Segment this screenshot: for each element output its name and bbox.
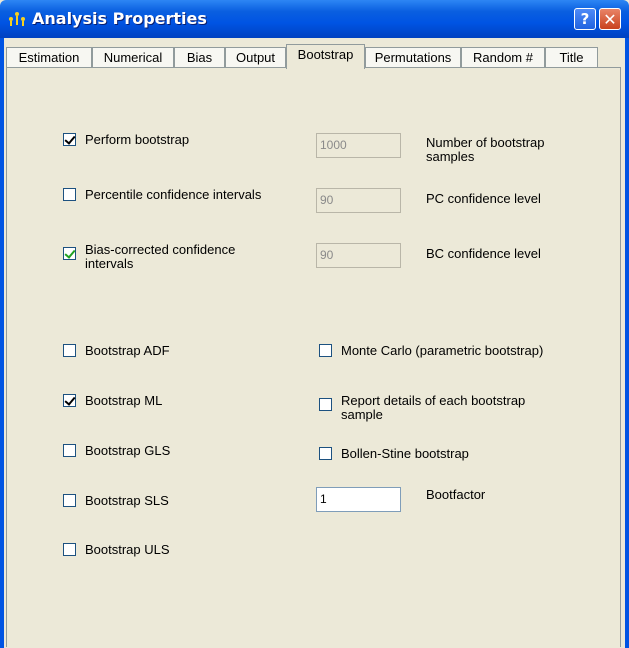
title-bar[interactable]: Analysis Properties ? ✕ — [0, 0, 629, 38]
bc-confidence-level-label: BC confidence level — [426, 246, 541, 261]
tab-label: Permutations — [374, 50, 452, 65]
bc-confidence-level-input[interactable]: 90 — [316, 243, 401, 268]
report-details-checkbox[interactable] — [319, 398, 332, 411]
bias-corrected-ci-checkbox[interactable] — [63, 247, 76, 260]
tab-output[interactable]: Output — [225, 47, 286, 67]
pc-confidence-level-input[interactable]: 90 — [316, 188, 401, 213]
bootstrap-sls-option[interactable]: Bootstrap SLS — [63, 494, 169, 508]
tab-label: Random # — [473, 50, 533, 65]
window-title: Analysis Properties — [32, 9, 207, 28]
bootstrap-adf-option[interactable]: Bootstrap ADF — [63, 344, 170, 358]
bias-corrected-ci-label: Bias-corrected confidence intervals — [85, 242, 236, 271]
perform-bootstrap-label: Perform bootstrap — [85, 132, 190, 147]
app-icon — [9, 12, 25, 26]
bootstrap-adf-label: Bootstrap ADF — [85, 343, 170, 358]
tab-label: Bias — [186, 50, 213, 65]
bootfactor-label: Bootfactor — [426, 487, 486, 502]
bootstrap-uls-checkbox[interactable] — [63, 543, 76, 556]
monte-carlo-label: Monte Carlo (parametric bootstrap) — [341, 343, 544, 358]
tab-numerical[interactable]: Numerical — [92, 47, 174, 67]
bootstrap-gls-label: Bootstrap GLS — [85, 443, 171, 458]
window-border-right — [625, 38, 629, 648]
tab-permutations[interactable]: Permutations — [365, 47, 461, 67]
bootstrap-sls-label: Bootstrap SLS — [85, 493, 169, 508]
close-icon: ✕ — [603, 9, 617, 29]
percentile-ci-option[interactable]: Percentile confidence intervals — [63, 188, 298, 202]
bootstrap-ml-checkbox[interactable] — [63, 394, 76, 407]
bootstrap-adf-checkbox[interactable] — [63, 344, 76, 357]
percentile-ci-label: Percentile confidence intervals — [85, 187, 262, 202]
pc-confidence-level-label: PC confidence level — [426, 191, 541, 206]
perform-bootstrap-checkbox[interactable] — [63, 133, 76, 146]
bollen-stine-label: Bollen-Stine bootstrap — [341, 446, 469, 461]
bias-corrected-ci-option[interactable]: Bias-corrected confidence intervals — [63, 243, 258, 271]
bootfactor-input[interactable]: 1 — [316, 487, 401, 512]
percentile-ci-checkbox[interactable] — [63, 188, 76, 201]
tab-label: Bootstrap — [297, 47, 354, 62]
bootstrap-sls-checkbox[interactable] — [63, 494, 76, 507]
bootstrap-gls-checkbox[interactable] — [63, 444, 76, 457]
tab-estimation[interactable]: Estimation — [6, 47, 92, 67]
bootstrap-ml-option[interactable]: Bootstrap ML — [63, 394, 162, 408]
tab-bias[interactable]: Bias — [174, 47, 225, 67]
monte-carlo-checkbox[interactable] — [319, 344, 332, 357]
help-icon: ? — [580, 10, 590, 28]
bollen-stine-checkbox[interactable] — [319, 447, 332, 460]
tab-label: Title — [559, 50, 584, 65]
tab-random[interactable]: Random # — [461, 47, 545, 67]
tab-label: Output — [235, 50, 276, 65]
analysis-properties-window: Analysis Properties ? ✕ Estimation Numer… — [0, 0, 629, 648]
tab-bootstrap[interactable]: Bootstrap — [286, 44, 365, 69]
tab-label: Numerical — [103, 50, 163, 65]
close-button[interactable]: ✕ — [599, 8, 621, 30]
bollen-stine-option[interactable]: Bollen-Stine bootstrap — [319, 447, 559, 461]
bootstrap-ml-label: Bootstrap ML — [85, 393, 163, 408]
help-button[interactable]: ? — [574, 8, 596, 30]
bootstrap-uls-option[interactable]: Bootstrap ULS — [63, 543, 170, 557]
bootstrap-gls-option[interactable]: Bootstrap GLS — [63, 444, 170, 458]
report-details-label: Report details of each bootstrap sample — [341, 393, 526, 422]
bootstrap-samples-label: Number of bootstrap samples — [426, 135, 545, 164]
bootstrap-uls-label: Bootstrap ULS — [85, 542, 170, 557]
tab-label: Estimation — [18, 50, 80, 65]
bootstrap-samples-input[interactable]: 1000 — [316, 133, 401, 158]
report-details-option[interactable]: Report details of each bootstrap sample — [319, 394, 559, 422]
monte-carlo-option[interactable]: Monte Carlo (parametric bootstrap) — [319, 344, 589, 358]
window-border-left — [0, 38, 4, 648]
tab-title[interactable]: Title — [545, 47, 598, 67]
perform-bootstrap-option[interactable]: Perform bootstrap — [63, 133, 283, 147]
